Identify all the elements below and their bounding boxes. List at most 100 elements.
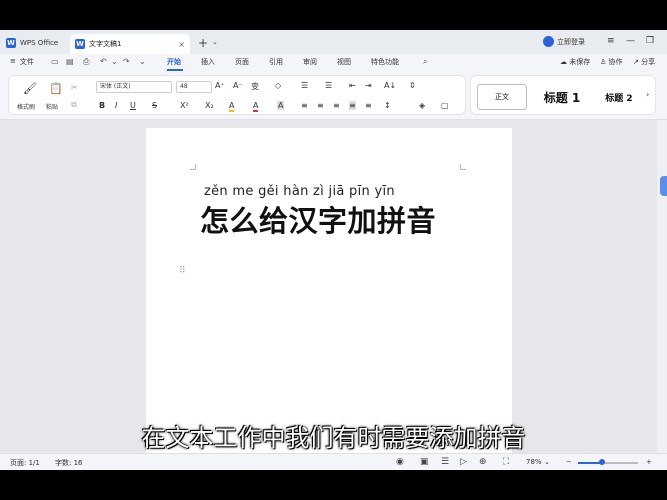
clear-format-icon[interactable]: ◇ [275,81,281,90]
file-menu-label: 文件 [19,58,34,66]
collaborate-label: 协作 [608,58,623,66]
font-family-select[interactable]: 宋体 (正文) [96,81,172,93]
play-icon[interactable]: ▷ [460,457,467,467]
font-size-select[interactable]: 48 [176,81,212,93]
web-view-icon[interactable]: ⊕ [479,457,487,467]
zoom-level[interactable]: 78% [526,458,542,466]
shading-button[interactable]: ◈ [419,101,425,110]
tab-page[interactable]: 页面 [235,57,249,67]
drag-handle-icon[interactable]: ⠿ [179,266,186,276]
format-painter-label[interactable]: 格式刷 [17,102,35,111]
share-button[interactable]: ↗ 分享 [633,57,655,67]
font-color-button[interactable]: A [253,101,259,112]
open-icon[interactable]: ▭ [51,57,59,66]
tab-view[interactable]: 视图 [337,57,351,67]
zoom-out-icon[interactable]: − [566,458,572,466]
styles-more-icon[interactable]: › [646,90,649,99]
login-button[interactable]: 立即登录 [543,36,585,47]
bullets-button[interactable]: ☰ [301,81,308,90]
undo-icon[interactable]: ↶ [100,57,107,66]
unsaved-status[interactable]: ☁ 未保存 [560,57,590,67]
borders-button[interactable]: ▢ [441,101,449,110]
align-right-button[interactable]: ≡ [333,101,340,110]
italic-button[interactable]: I [115,101,117,110]
customize-quick-access-icon[interactable]: ⌄ [139,57,146,66]
tab-review[interactable]: 审阅 [303,57,317,67]
paste-label[interactable]: 粘贴 [46,102,58,111]
character-shading-button[interactable]: A [277,101,285,110]
pinyin-annotation: zěn me gěi hàn zì jiā pīn yīn [204,184,395,199]
avatar-icon [543,36,554,47]
underline-button[interactable]: U [130,101,136,110]
app-name: WPS Office [20,39,59,47]
page-count[interactable]: 页面: 1/1 [10,458,40,468]
zoom-slider-knob[interactable] [599,459,605,465]
copy-icon[interactable]: ⧉ [71,100,77,110]
align-center-button[interactable]: ≡ [317,101,324,110]
pinyin-guide-icon[interactable]: 变 [251,81,259,92]
document-heading[interactable]: 怎么给汉字加拼音 [200,198,436,240]
bold-button[interactable]: B [99,101,105,110]
share-icon: ↗ [633,58,642,66]
document-page[interactable]: ⠿ zěn me gěi hàn zì jiā pīn yīn 怎么给汉字加拼音 [146,128,512,453]
cut-icon[interactable]: ✂ [71,83,78,92]
chevron-down-icon[interactable]: ⌄ [212,38,218,46]
style-normal[interactable]: 正文 [477,84,527,110]
subscript-button[interactable]: X₂ [205,101,214,110]
restore-icon[interactable]: ❐ [646,36,654,46]
save-icon[interactable]: ▤ [66,57,74,66]
paste-icon[interactable]: 📋 [49,82,63,95]
vertical-scrollbar[interactable] [657,120,667,453]
style-heading-2[interactable]: 标题 2 [595,84,643,110]
tab-features[interactable]: 特色功能 [371,57,399,67]
print-icon[interactable]: ⎙ [83,57,89,67]
eye-icon[interactable]: ◉ [396,457,404,467]
distribute-button[interactable]: ≡ [365,101,372,110]
tab-references[interactable]: 引用 [269,57,283,67]
page-view-icon[interactable]: ▣ [420,457,429,467]
search-icon[interactable]: ⌕ [423,57,427,67]
format-painter-icon[interactable]: 🖌 [23,82,37,95]
justify-button[interactable]: ≡ [349,101,356,110]
file-menu[interactable]: ≡ 文件 [10,57,34,67]
outline-view-icon[interactable]: ☰ [441,457,449,467]
home-toolbar: 🖌 格式刷 📋 粘贴 ✂ ⧉ 宋体 (正文) 48 A⁺ A⁻ 变 ◇ B I … [0,72,667,120]
title-bar: W WPS Office W 文字文稿1 × + ⌄ 立即登录 ≡ — ❐ [0,30,667,54]
shrink-font-icon[interactable]: A⁻ [233,81,243,90]
new-tab-button[interactable]: + [198,36,208,50]
numbering-button[interactable]: ☰ [325,81,332,90]
share-label: 分享 [641,58,656,66]
zoom-dropdown-icon[interactable]: ⌄ [544,458,550,466]
writer-doc-icon: W [75,39,85,49]
user-icon: ♙ [600,58,609,66]
highlight-button[interactable]: A [229,101,235,112]
style-heading-1[interactable]: 标题 1 [533,84,591,110]
sort-button[interactable]: A↓ [384,81,396,90]
strikethrough-button[interactable]: S [152,101,157,110]
minimize-icon[interactable]: — [626,36,635,46]
wps-home-tab[interactable]: W WPS Office [6,34,58,52]
increase-indent-button[interactable]: ⇥ [365,81,372,90]
fullscreen-icon[interactable]: ⛶ [503,457,509,467]
superscript-button[interactable]: X² [180,101,189,110]
paragraph-spacing-button[interactable]: ⇕ [409,81,416,90]
word-count[interactable]: 字数: 16 [55,458,83,468]
zoom-in-icon[interactable]: + [646,458,652,466]
collaborate-button[interactable]: ♙ 协作 [600,57,623,67]
align-left-button[interactable]: ≡ [301,101,308,110]
side-panel-toggle[interactable] [660,176,667,196]
window-menu-icon[interactable]: ≡ [607,36,615,46]
close-tab-icon[interactable]: × [178,40,185,49]
undo-dropdown-icon[interactable]: ⌄ [111,57,118,66]
screenshot-frame: W WPS Office W 文字文稿1 × + ⌄ 立即登录 ≡ — ❐ ≡ … [0,0,667,500]
tab-insert[interactable]: 插入 [201,57,215,67]
grow-font-icon[interactable]: A⁺ [215,81,225,90]
redo-icon[interactable]: ↷ [123,57,130,66]
line-spacing-button[interactable]: ↕ [384,101,391,110]
document-tab[interactable]: W 文字文稿1 × [70,34,190,54]
tab-home[interactable]: 开始 [167,57,181,67]
decrease-indent-button[interactable]: ⇤ [349,81,356,90]
unsaved-label: 未保存 [569,58,591,66]
zoom-slider[interactable] [578,459,638,465]
letterbox-bottom [0,470,667,500]
